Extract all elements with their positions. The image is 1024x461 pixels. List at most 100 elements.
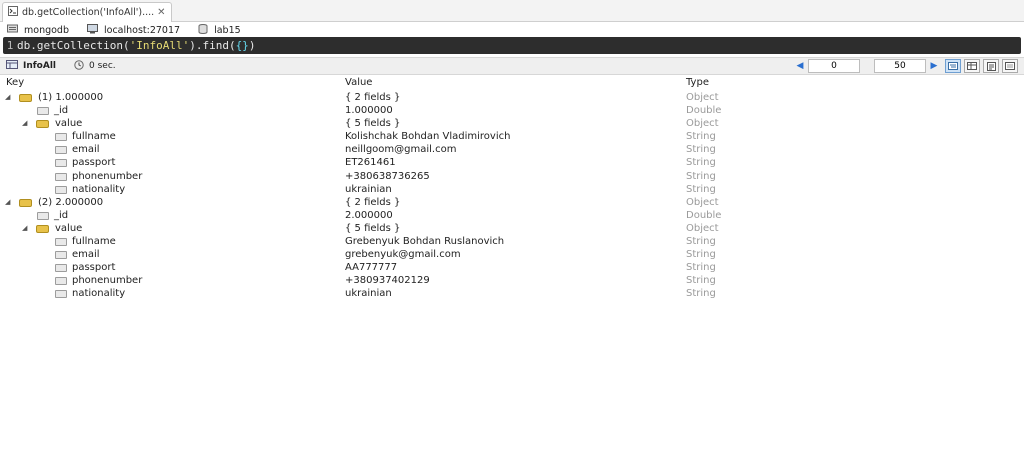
server-icon (87, 23, 98, 37)
row-key: (2) 2.000000 (38, 196, 104, 208)
row-value: ukrainian (345, 183, 392, 195)
tree-row-field[interactable]: passport AA777777 String (0, 262, 1024, 275)
column-value-header[interactable]: Value (345, 77, 372, 88)
tab-title: db.getCollection('InfoAll').... (22, 7, 155, 18)
row-key: (1) 1.000000 (38, 92, 104, 103)
row-key: phonenumber (72, 275, 143, 287)
query-editor[interactable]: 1 db.getCollection('InfoAll').find({}) (3, 37, 1021, 54)
row-type: String (686, 131, 716, 143)
row-value: +380937402129 (345, 275, 430, 287)
field-icon (37, 107, 49, 116)
row-value: { 5 fields } (345, 222, 401, 234)
row-value: AA777777 (345, 262, 398, 274)
tree-row-document[interactable]: ◢ (1) 1.000000 { 2 fields } Object (0, 92, 1024, 105)
tree-row-object[interactable]: ◢ value { 5 fields } Object (0, 118, 1024, 131)
column-type-header[interactable]: Type (686, 77, 709, 88)
collection-icon (198, 23, 208, 37)
expanded-arrow-icon[interactable]: ◢ (5, 93, 13, 101)
row-type: Double (686, 105, 722, 117)
query-time: 0 sec. (89, 61, 116, 71)
results-tree: ◢ (1) 1.000000 { 2 fields } Object _id 1… (0, 92, 1024, 302)
query-suffix: ) (248, 39, 256, 52)
custom-view-icon (1005, 62, 1015, 70)
database-name: mongodb (24, 24, 69, 36)
tree-row-field[interactable]: _id 2.000000 Double (0, 210, 1024, 223)
row-key: nationality (72, 288, 126, 300)
row-key: fullname (72, 236, 116, 248)
row-type: Object (686, 92, 719, 103)
database-info: mongodb (7, 24, 69, 36)
row-type: String (686, 183, 716, 195)
row-value: { 5 fields } (345, 118, 401, 130)
document-icon (36, 120, 49, 129)
row-type: String (686, 249, 716, 261)
row-type: String (686, 144, 716, 156)
page-size-input[interactable] (874, 59, 926, 73)
row-key: email (72, 144, 100, 156)
document-icon (36, 224, 49, 233)
tree-row-field[interactable]: email neillgoom@gmail.com String (0, 144, 1024, 157)
tree-view-icon (948, 62, 958, 70)
tree-row-field[interactable]: phonenumber +380937402129 String (0, 275, 1024, 288)
row-value: grebenyuk@gmail.com (345, 249, 461, 261)
tree-row-field[interactable]: email grebenyuk@gmail.com String (0, 249, 1024, 262)
tree-row-object[interactable]: ◢ value { 5 fields } Object (0, 223, 1024, 236)
row-key: value (55, 118, 83, 130)
row-value: Grebenyuk Bohdan Ruslanovich (345, 236, 505, 248)
row-value: Kolishchak Bohdan Vladimirovich (345, 131, 511, 143)
row-type: String (686, 170, 716, 182)
row-key: value (55, 222, 83, 234)
tree-row-field[interactable]: passport ET261461 String (0, 157, 1024, 170)
row-type: Object (686, 196, 719, 208)
row-key: passport (72, 262, 116, 274)
tree-row-field[interactable]: phonenumber +380638736265 String (0, 171, 1024, 184)
tree-row-field[interactable]: nationality ukrainian String (0, 288, 1024, 301)
collection-info: lab15 (198, 23, 241, 37)
row-key: phonenumber (72, 170, 143, 182)
tab-bar: db.getCollection('InfoAll').... ✕ (0, 0, 1024, 22)
text-view-button[interactable] (983, 59, 999, 73)
row-key: fullname (72, 131, 116, 143)
row-value: ukrainian (345, 288, 392, 300)
field-icon (55, 159, 67, 168)
expanded-arrow-icon[interactable]: ◢ (22, 119, 30, 127)
field-icon (55, 290, 67, 299)
query-filter: {} (235, 39, 249, 52)
table-view-button[interactable] (964, 59, 980, 73)
connection-info-bar: mongodb localhost:27017 lab15 (0, 22, 1024, 38)
document-icon (19, 94, 32, 102)
row-type: String (686, 157, 716, 169)
field-icon (55, 172, 67, 181)
tree-row-field[interactable]: _id 1.000000 Double (0, 105, 1024, 118)
prev-page-icon[interactable]: ◀ (792, 61, 808, 71)
row-value: +380638736265 (345, 170, 430, 182)
row-type: String (686, 262, 716, 274)
query-string-arg: 'InfoAll' (129, 39, 190, 52)
collection-name: lab15 (214, 24, 241, 36)
tree-row-field[interactable]: fullname Kolishchak Bohdan Vladimirovich… (0, 131, 1024, 144)
row-key: email (72, 249, 100, 261)
server-address: localhost:27017 (104, 24, 181, 36)
expanded-arrow-icon[interactable]: ◢ (5, 198, 13, 206)
document-icon (19, 198, 32, 207)
pager: ◀ ▶ (792, 59, 1018, 73)
field-icon (55, 185, 67, 194)
next-page-icon[interactable]: ▶ (926, 61, 942, 71)
field-icon (55, 238, 67, 247)
column-key-header[interactable]: Key (6, 77, 24, 88)
row-type: Object (686, 222, 719, 234)
page-start-input[interactable] (808, 59, 860, 73)
field-icon (55, 277, 67, 286)
close-icon[interactable]: ✕ (157, 7, 165, 18)
expanded-arrow-icon[interactable]: ◢ (22, 224, 30, 232)
field-icon (55, 133, 67, 142)
tree-view-button[interactable] (945, 59, 961, 73)
row-type: String (686, 236, 716, 248)
tree-row-field[interactable]: nationality ukrainian String (0, 184, 1024, 197)
tree-row-field[interactable]: fullname Grebenyuk Bohdan Ruslanovich St… (0, 236, 1024, 249)
custom-view-button[interactable] (1002, 59, 1018, 73)
field-icon (37, 211, 49, 220)
tree-row-document[interactable]: ◢ (2) 2.000000 { 2 fields } Object (0, 197, 1024, 210)
shell-icon (8, 6, 18, 19)
tab-query[interactable]: db.getCollection('InfoAll').... ✕ (2, 2, 172, 22)
